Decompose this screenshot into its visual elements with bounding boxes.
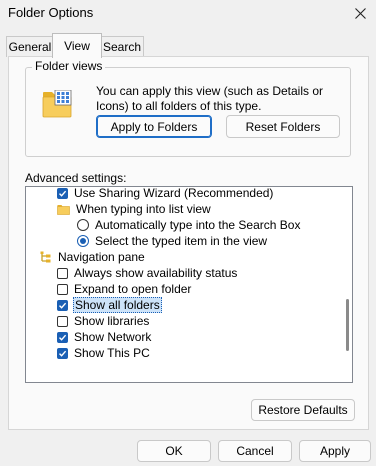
advanced-settings-label: Advanced settings: — [25, 171, 127, 185]
close-button[interactable] — [344, 0, 376, 26]
checkmark-icon — [59, 302, 67, 309]
radio-button[interactable] — [77, 235, 89, 247]
setting-expand-to-open-folder[interactable]: Expand to open folder — [57, 281, 192, 297]
tab-general[interactable]: General — [6, 36, 54, 57]
apply-to-folders-label: Apply to Folders — [110, 119, 198, 134]
tab-general-label: General — [8, 40, 52, 54]
tab-view-label: View — [64, 39, 90, 53]
apply-to-folders-button[interactable]: Apply to Folders — [96, 115, 212, 138]
setting-label: Use Sharing Wizard (Recommended) — [74, 186, 274, 200]
setting-availability-status[interactable]: Always show availability status — [57, 265, 238, 281]
setting-label: Always show availability status — [74, 266, 238, 280]
setting-group-typing-list-view: When typing into list view — [57, 201, 212, 217]
apply-label: Apply — [319, 444, 351, 458]
cancel-label: Cancel — [236, 444, 274, 458]
checkbox[interactable] — [57, 331, 68, 343]
scrollbar-thumb[interactable] — [346, 299, 349, 351]
checkbox[interactable] — [57, 347, 68, 359]
checkmark-icon — [59, 350, 67, 357]
view-tab-panel: Folder views You can apply this view (su… — [8, 56, 369, 430]
cancel-button[interactable]: Cancel — [218, 440, 292, 462]
folder-icon — [57, 204, 70, 215]
checkbox[interactable] — [57, 315, 68, 327]
folder-views-label: Folder views — [32, 59, 106, 73]
ok-button[interactable]: OK — [137, 440, 211, 462]
setting-group-navigation-pane: Navigation pane — [40, 249, 146, 265]
checkmark-icon — [59, 334, 67, 341]
folder-grid-icon — [42, 90, 72, 118]
setting-select-typed-item[interactable]: Select the typed item in the view — [77, 233, 268, 249]
setting-show-libraries[interactable]: Show libraries — [57, 313, 150, 329]
setting-use-sharing-wizard[interactable]: Use Sharing Wizard (Recommended) — [57, 186, 274, 201]
setting-show-all-folders[interactable]: Show all folders — [57, 297, 162, 313]
tab-search-label: Search — [102, 40, 142, 54]
setting-show-network[interactable]: Show Network — [57, 329, 152, 345]
tab-view[interactable]: View — [52, 33, 102, 58]
restore-defaults-label: Restore Defaults — [258, 403, 348, 417]
advanced-settings-tree[interactable]: Use Sharing Wizard (Recommended) When ty… — [25, 186, 353, 383]
setting-label: Navigation pane — [58, 250, 145, 264]
setting-label: Show This PC — [74, 346, 150, 360]
setting-label: Select the typed item in the view — [95, 234, 268, 248]
setting-label: Show all folders — [73, 297, 162, 313]
checkmark-icon — [59, 190, 67, 197]
reset-folders-button[interactable]: Reset Folders — [226, 115, 340, 138]
checkbox[interactable] — [57, 299, 68, 311]
ok-label: OK — [165, 444, 183, 458]
folder-views-description: You can apply this view (such as Details… — [96, 84, 324, 113]
reset-folders-label: Reset Folders — [245, 119, 321, 134]
checkbox[interactable] — [57, 267, 68, 279]
close-icon — [354, 7, 366, 19]
setting-label: When typing into list view — [76, 202, 211, 216]
checkbox[interactable] — [57, 283, 68, 295]
setting-show-this-pc[interactable]: Show This PC — [57, 345, 151, 361]
tree-scrollbar[interactable] — [342, 187, 352, 382]
setting-label: Show libraries — [74, 314, 150, 328]
navigation-pane-icon — [40, 251, 51, 263]
setting-label: Automatically type into the Search Box — [95, 218, 301, 232]
setting-label: Show Network — [74, 330, 152, 344]
checkbox[interactable] — [57, 187, 68, 199]
setting-auto-type-search-box[interactable]: Automatically type into the Search Box — [77, 217, 301, 233]
tab-search[interactable]: Search — [100, 36, 144, 57]
folder-views-group: Folder views You can apply this view (su… — [25, 59, 351, 157]
radio-button[interactable] — [77, 219, 89, 231]
restore-defaults-button[interactable]: Restore Defaults — [251, 399, 355, 421]
apply-button[interactable]: Apply — [299, 440, 371, 462]
setting-label: Expand to open folder — [74, 282, 192, 296]
window-title: Folder Options — [8, 5, 94, 20]
title-bar: Folder Options — [0, 0, 376, 26]
